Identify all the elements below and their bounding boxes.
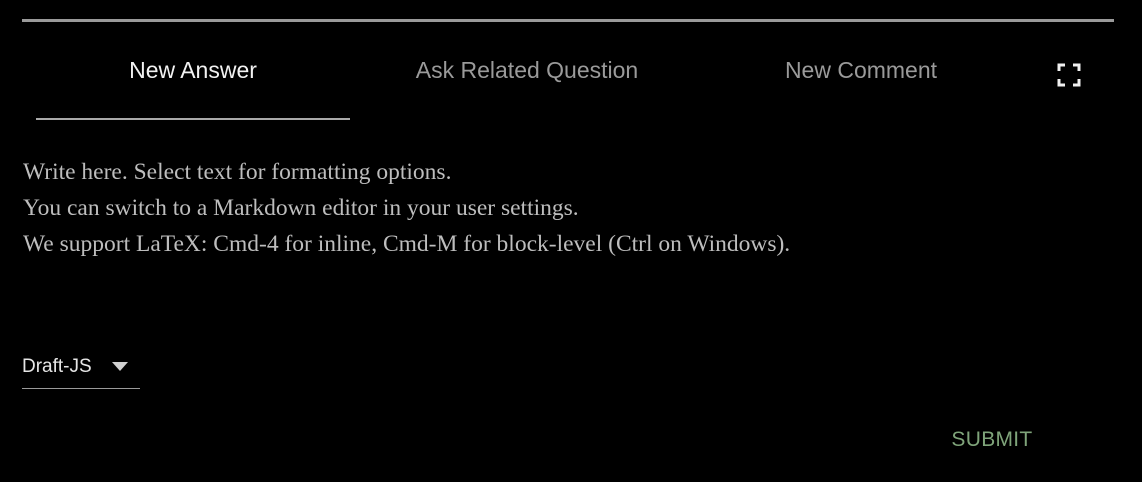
answer-editor[interactable]: Write here. Select text for formatting o… <box>23 154 1103 262</box>
caret-down-icon <box>112 362 128 371</box>
expand-fullscreen-icon[interactable] <box>1057 63 1081 87</box>
editor-placeholder-line: Write here. Select text for formatting o… <box>23 159 452 185</box>
editor-placeholder-line: We support LaTeX: Cmd-4 for inline, Cmd-… <box>23 231 791 257</box>
tab-bar: New Answer Ask Related Question New Comm… <box>22 22 1114 120</box>
editor-placeholder-line: You can switch to a Markdown editor in y… <box>23 195 579 221</box>
tab-new-comment[interactable]: New Comment <box>704 22 1018 118</box>
editor-type-value: Draft-JS <box>22 356 92 377</box>
tab-new-answer[interactable]: New Answer <box>36 22 350 118</box>
tab-ask-related-question[interactable]: Ask Related Question <box>360 22 694 118</box>
submit-button[interactable]: SUBMIT <box>940 420 1044 460</box>
active-tab-indicator <box>36 118 350 120</box>
editor-type-select[interactable]: Draft-JS <box>22 350 140 389</box>
